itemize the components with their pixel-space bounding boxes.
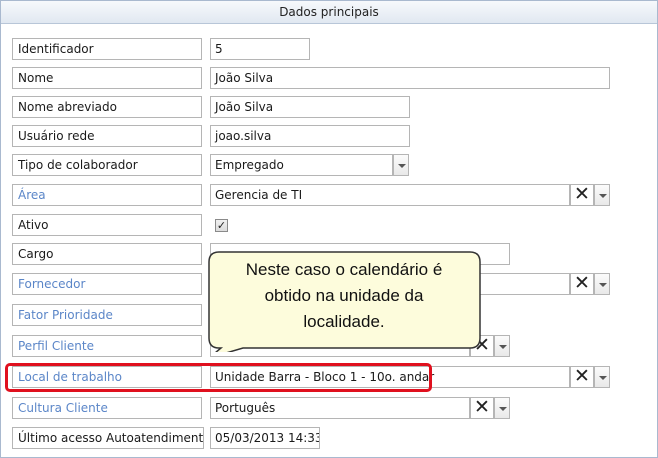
label-fator-prioridade[interactable]: Fator Prioridade bbox=[12, 304, 202, 326]
area-field[interactable]: Gerencia de TI bbox=[210, 184, 570, 206]
local-trabalho-clear-icon[interactable]: ✕ bbox=[570, 366, 594, 388]
identificador-field[interactable]: 5 bbox=[210, 38, 310, 60]
cultura-cliente-clear-icon[interactable]: ✕ bbox=[470, 397, 494, 419]
label-tipo-colaborador: Tipo de colaborador bbox=[12, 154, 202, 176]
nome-field[interactable]: João Silva bbox=[210, 67, 610, 89]
label-fornecedor[interactable]: Fornecedor bbox=[12, 273, 202, 295]
label-ativo: Ativo bbox=[12, 214, 202, 236]
label-perfil-cliente[interactable]: Perfil Cliente bbox=[12, 335, 202, 357]
tipo-colaborador-dropdown-icon[interactable] bbox=[393, 154, 409, 176]
callout-line-3: localidade. bbox=[303, 312, 385, 331]
ultimo-acesso-field: 05/03/2013 14:33 bbox=[210, 427, 320, 449]
usuario-rede-field[interactable]: joao.silva bbox=[210, 125, 410, 147]
label-cultura-cliente[interactable]: Cultura Cliente bbox=[12, 397, 202, 419]
callout-line-2: obtido na unidade da bbox=[264, 286, 424, 305]
fornecedor-clear-icon[interactable]: ✕ bbox=[570, 273, 594, 295]
cultura-cliente-field[interactable]: Português bbox=[210, 397, 470, 419]
nome-abreviado-field[interactable]: João Silva bbox=[210, 96, 410, 118]
label-cargo: Cargo bbox=[12, 243, 202, 265]
label-usuario-rede: Usuário rede bbox=[12, 125, 202, 147]
callout-line-1: Neste caso o calendário é bbox=[245, 260, 443, 279]
callout-text: Neste caso o calendário é obtido na unid… bbox=[210, 257, 478, 335]
ativo-checkbox[interactable]: ✓ bbox=[215, 219, 228, 232]
panel-header: Dados principais bbox=[1, 1, 657, 24]
label-nome-abreviado: Nome abreviado bbox=[12, 96, 202, 118]
local-trabalho-dropdown-icon[interactable] bbox=[594, 366, 610, 388]
label-ultimo-acesso: Último acesso Autoatendimento bbox=[12, 427, 204, 449]
local-trabalho-highlight bbox=[5, 363, 432, 392]
area-clear-icon[interactable]: ✕ bbox=[570, 184, 594, 206]
cultura-cliente-dropdown-icon[interactable] bbox=[494, 397, 510, 419]
label-nome: Nome bbox=[12, 67, 202, 89]
app-window: Dados principais Identificador 5 Nome Jo… bbox=[0, 0, 658, 458]
label-area[interactable]: Área bbox=[12, 184, 202, 206]
perfil-cliente-dropdown-icon[interactable] bbox=[494, 335, 510, 357]
label-identificador: Identificador bbox=[12, 38, 202, 60]
area-dropdown-icon[interactable] bbox=[594, 184, 610, 206]
tipo-colaborador-select[interactable]: Empregado bbox=[210, 154, 393, 176]
fornecedor-dropdown-icon[interactable] bbox=[594, 273, 610, 295]
